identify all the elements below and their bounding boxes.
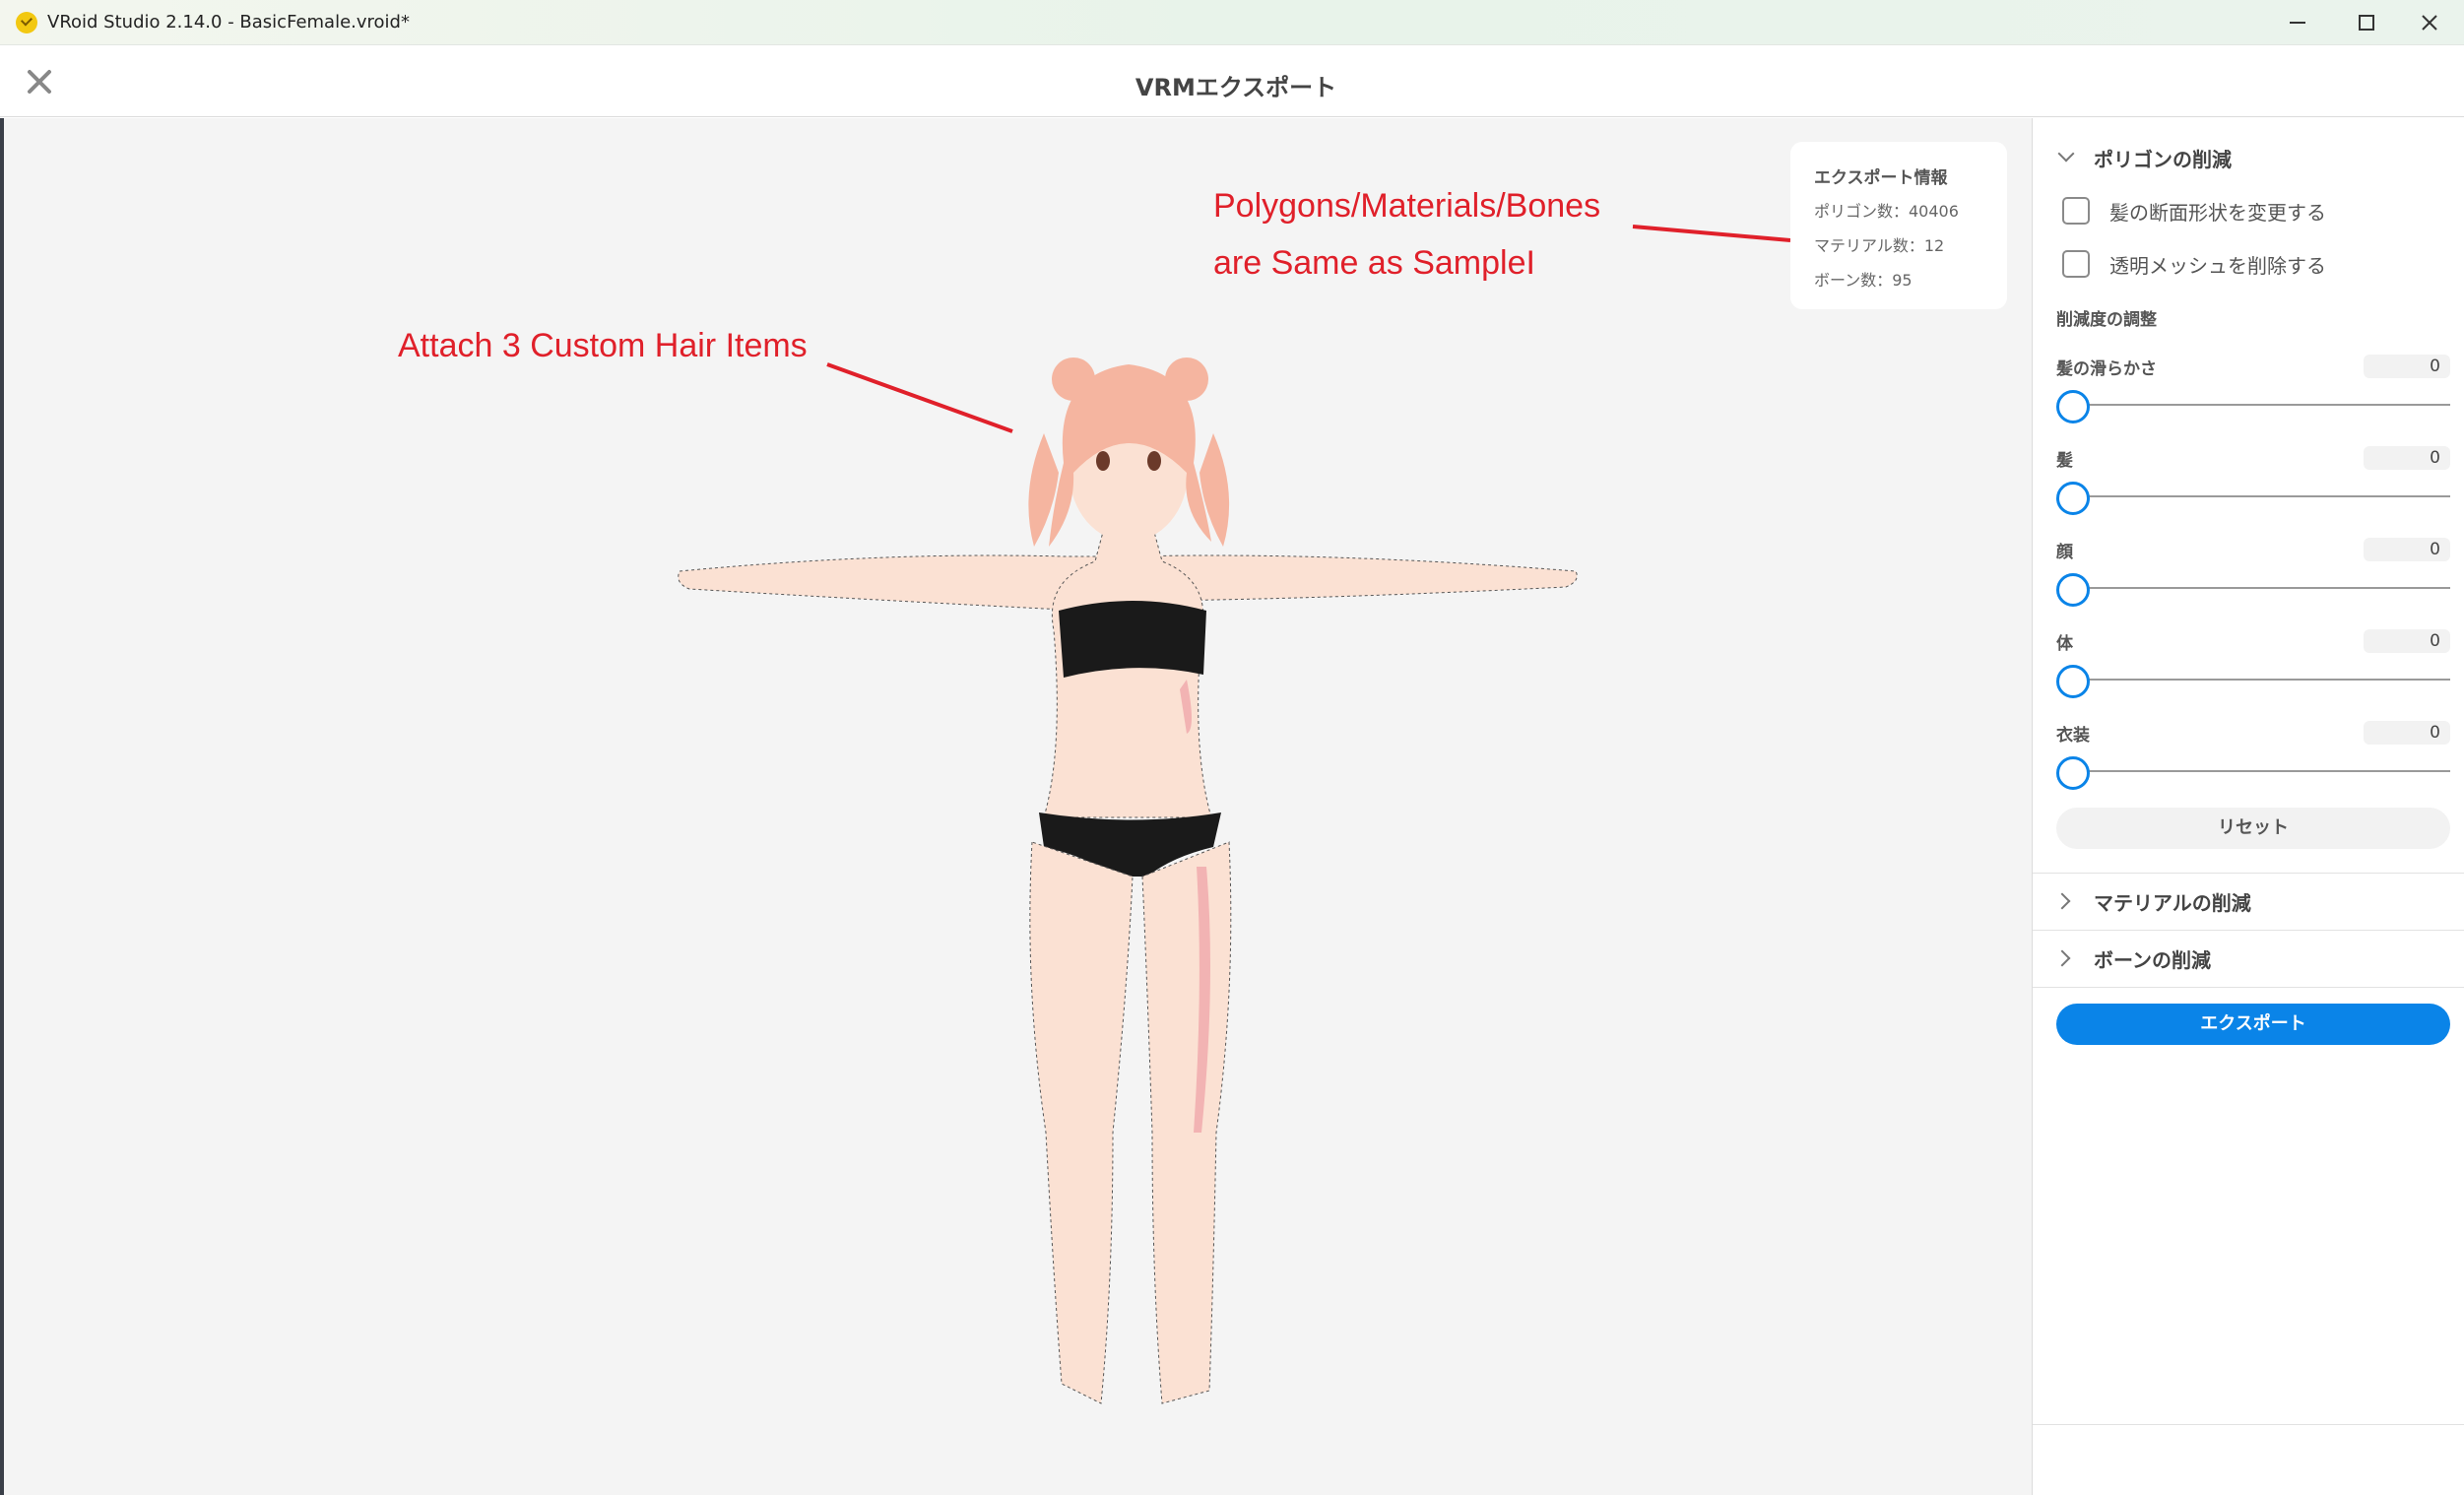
minimize-icon: [2290, 22, 2305, 24]
annotation-info-text-line2: are Same as SampleI: [1213, 244, 1535, 282]
window-titlebar: VRoid Studio 2.14.0 - BasicFemale.vroid*: [0, 0, 2464, 45]
slider-face[interactable]: 顔 0: [2056, 538, 2450, 617]
chevron-down-icon: [2057, 145, 2075, 162]
close-icon: [2422, 15, 2437, 31]
slider-label: 衣装: [2056, 726, 2090, 746]
maximize-icon: [2359, 15, 2374, 31]
slider-clothing[interactable]: 衣装 0: [2056, 721, 2450, 800]
slider-thumb[interactable]: [2056, 756, 2090, 790]
slider-value[interactable]: 0: [2364, 538, 2450, 561]
hair-cross-section-checkbox[interactable]: [2062, 197, 2090, 225]
slider-thumb[interactable]: [2056, 482, 2090, 515]
chevron-right-icon: [2053, 892, 2071, 910]
reset-button[interactable]: リセット: [2056, 808, 2450, 849]
slider-hair-smoothness[interactable]: 髪の滑らかさ 0: [2056, 355, 2450, 433]
material-reduction-label: マテリアルの削減: [2094, 890, 2251, 915]
slider-body[interactable]: 体 0: [2056, 629, 2450, 708]
slider-value[interactable]: 0: [2364, 721, 2450, 745]
slider-label: 髪の滑らかさ: [2056, 359, 2157, 379]
slider-value[interactable]: 0: [2364, 446, 2450, 470]
slider-track[interactable]: [2074, 495, 2450, 497]
polygon-reduction-label: ポリゴンの削減: [2094, 147, 2232, 171]
slider-thumb[interactable]: [2056, 665, 2090, 698]
material-count: マテリアル数：12: [1814, 236, 1945, 255]
slider-track[interactable]: [2074, 770, 2450, 772]
hair-cross-section-label: 髪の断面形状を変更する: [2109, 200, 2326, 225]
export-info-title: エクスポート情報: [1814, 168, 1948, 188]
remove-transparent-mesh-checkbox[interactable]: [2062, 250, 2090, 278]
polygon-count: ポリゴン数：40406: [1814, 202, 1959, 221]
slider-thumb[interactable]: [2056, 390, 2090, 423]
polygon-reduction-section-header[interactable]: ポリゴンの削減: [2033, 130, 2464, 185]
vroid-app-icon: [16, 12, 37, 33]
remove-transparent-mesh-label: 透明メッシュを削除する: [2109, 253, 2326, 278]
slider-label: 体: [2056, 634, 2073, 654]
hair-cross-section-checkbox-row[interactable]: 髪の断面形状を変更する: [2062, 194, 2326, 228]
window-title: VRoid Studio 2.14.0 - BasicFemale.vroid*: [47, 12, 410, 32]
chevron-right-icon: [2053, 949, 2071, 967]
section-divider: [2033, 987, 2464, 988]
slider-hair[interactable]: 髪 0: [2056, 446, 2450, 525]
maximize-button[interactable]: [2332, 0, 2401, 45]
annotation-info-text-line1: Polygons/Materials/Bones: [1213, 187, 1601, 225]
page-title: VRMエクスポート: [1135, 74, 1337, 101]
bone-reduction-label: ボーンの削減: [2094, 947, 2211, 972]
panel-footer-divider: [2033, 1424, 2464, 1425]
background-window-edge: [0, 118, 4, 1495]
model-viewport[interactable]: [0, 118, 2032, 1495]
slider-track[interactable]: [2074, 404, 2450, 406]
minimize-button[interactable]: [2263, 0, 2332, 45]
window-close-button[interactable]: [2395, 0, 2464, 45]
export-button[interactable]: エクスポート: [2056, 1004, 2450, 1045]
slider-track[interactable]: [2074, 587, 2450, 589]
bone-count: ボーン数：95: [1814, 271, 1913, 290]
slider-value[interactable]: 0: [2364, 629, 2450, 653]
annotation-hair-text: Attach 3 Custom Hair Items: [398, 327, 808, 364]
reduction-adjust-title: 削減度の調整: [2056, 310, 2157, 330]
slider-label: 顔: [2056, 543, 2073, 562]
export-settings-panel: ポリゴンの削減 髪の断面形状を変更する 透明メッシュを削除する 削減度の調整 髪…: [2032, 118, 2464, 1495]
bone-reduction-section-header[interactable]: ボーンの削減: [2033, 931, 2464, 986]
slider-thumb[interactable]: [2056, 573, 2090, 607]
slider-value[interactable]: 0: [2364, 355, 2450, 378]
dialog-header: VRMエクスポート: [0, 46, 2464, 117]
export-info-card: エクスポート情報 ポリゴン数：40406 マテリアル数：12 ボーン数：95: [1790, 142, 2007, 309]
material-reduction-section-header[interactable]: マテリアルの削減: [2033, 874, 2464, 929]
slider-label: 髪: [2056, 451, 2073, 471]
remove-transparent-mesh-checkbox-row[interactable]: 透明メッシュを削除する: [2062, 247, 2326, 281]
slider-track[interactable]: [2074, 679, 2450, 681]
